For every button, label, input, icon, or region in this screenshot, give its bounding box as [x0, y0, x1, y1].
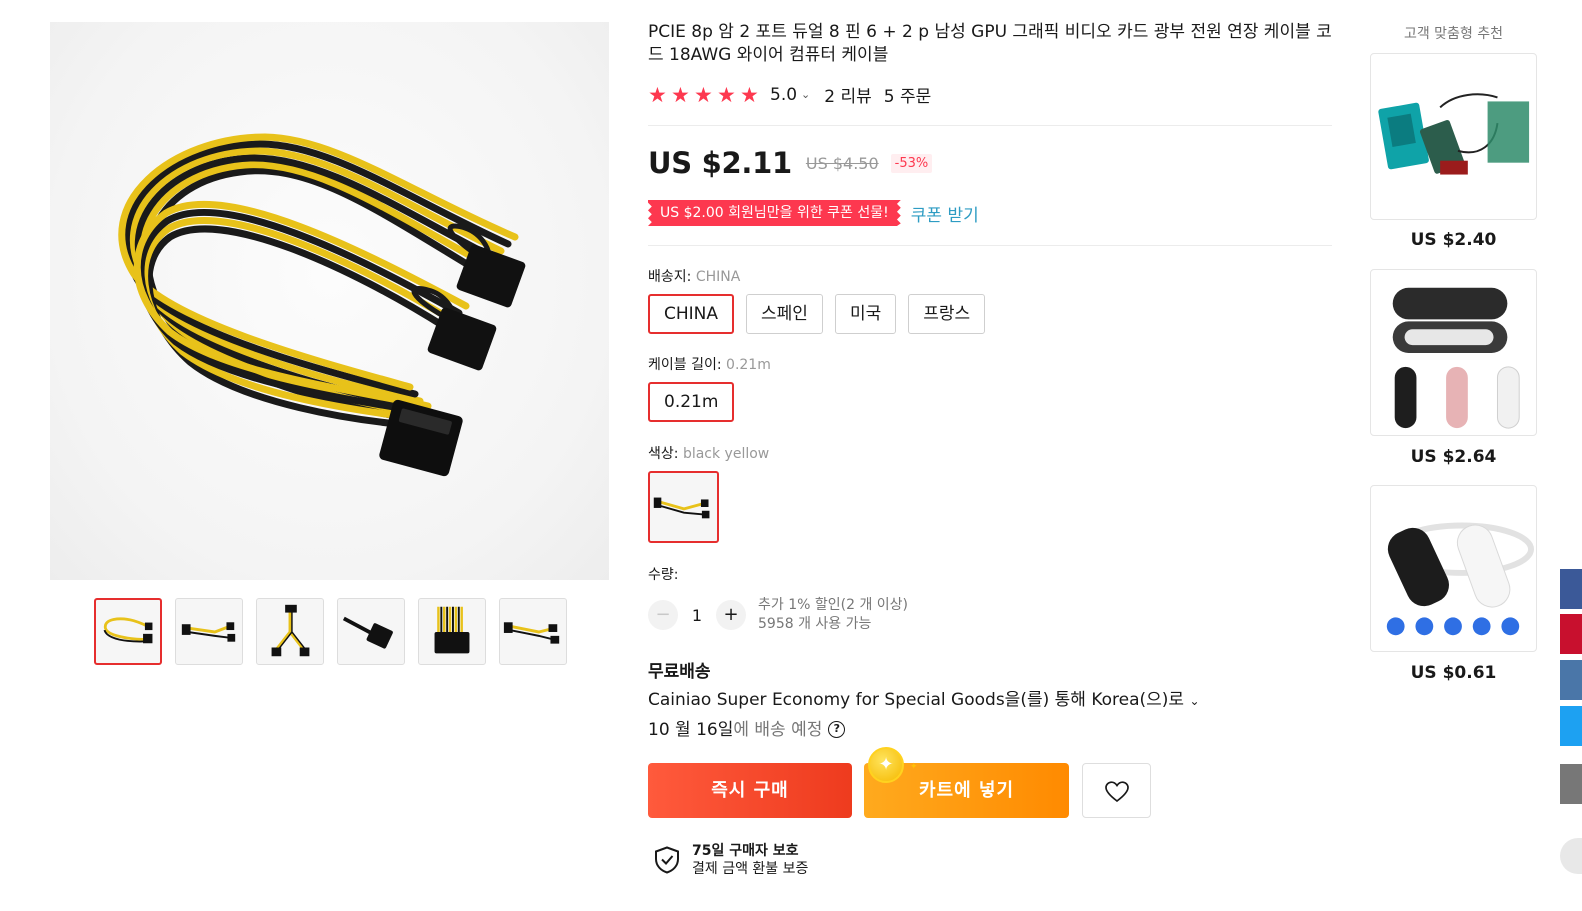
color-option-black-yellow[interactable] [648, 471, 719, 543]
ship-from-label: 배송지: CHINA [648, 266, 740, 286]
buyer-protection: 75일 구매자 보호 결제 금액 환불 보증 [654, 842, 808, 878]
recommendation-price-3: US $0.61 [1410, 663, 1497, 683]
current-price: US $2.11 [648, 146, 792, 180]
divider [648, 125, 1332, 126]
delivery-date-value: 10 월 16일 [648, 720, 734, 740]
thumbnail-2[interactable] [175, 598, 243, 665]
star-icon: ★ [648, 82, 667, 107]
color-value: black yellow [682, 446, 770, 462]
rating-value[interactable]: 5.0 [770, 85, 797, 105]
price-row: US $2.11 US $4.50 -53% [648, 146, 933, 180]
main-product-image[interactable] [50, 22, 609, 580]
ship-from-options: CHINA 스페인 미국 프랑스 [648, 294, 986, 334]
ship-from-option-usa[interactable]: 미국 [834, 294, 897, 334]
help-icon[interactable]: ? [828, 720, 846, 738]
star-icon: ★ [694, 82, 713, 107]
review-count[interactable]: 2 리뷰 [824, 82, 872, 107]
original-price: US $4.50 [805, 153, 879, 173]
coupon-row: US $2.00 회원님만을 위한 쿠폰 선물! 쿠폰 받기 [648, 200, 979, 226]
quantity-stepper: − 1 + 추가 1% 할인(2 개 이상) 5958 개 사용 가능 [648, 596, 908, 634]
get-coupon-link[interactable]: 쿠폰 받기 [911, 201, 979, 226]
twitter-share-icon[interactable] [1560, 706, 1582, 746]
quantity-label: 수량: [648, 567, 679, 583]
free-shipping-title: 무료배송 [648, 662, 711, 682]
rating-row: ★ ★ ★ ★ ★ 5.0 ⌄ 2 리뷰 5 주문 [648, 82, 932, 108]
color-options [648, 471, 719, 543]
quantity-decrease-button[interactable]: − [648, 600, 678, 630]
scroll-top-button[interactable] [1560, 838, 1582, 874]
coupon-badge: US $2.00 회원님만을 위한 쿠폰 선물! [648, 200, 901, 226]
buy-now-button[interactable]: 즉시 구매 [648, 763, 852, 818]
ship-from-option-china[interactable]: CHINA [648, 294, 735, 334]
protection-title: 75일 구매자 보호 [692, 843, 799, 859]
recommendations-title: 고객 맞춤형 추천 [1403, 26, 1504, 42]
delivery-date-suffix: 에 배송 예정 [733, 720, 823, 740]
stock-available: 5958 개 사용 가능 [758, 616, 872, 632]
ship-from-value: CHINA [695, 269, 741, 285]
thumbnail-6[interactable] [499, 598, 567, 665]
circuit-board-kit-icon [1378, 93, 1530, 175]
heart-icon [1105, 781, 1129, 803]
vk-share-icon[interactable] [1560, 660, 1582, 700]
cable-length-label: 케이블 길이: 0.21m [648, 354, 771, 374]
facebook-share-icon[interactable] [1560, 569, 1582, 609]
thumbnail-1[interactable] [94, 598, 162, 665]
ship-from-label-text: 배송지: [648, 269, 696, 285]
chevron-down-icon[interactable]: ⌄ [1189, 694, 1199, 708]
thumbnail-5[interactable] [418, 598, 486, 665]
share-more-icon[interactable] [1560, 764, 1582, 804]
cable-length-option[interactable]: 0.21m [648, 382, 735, 422]
shield-check-icon [655, 846, 679, 874]
recommendation-card-3[interactable] [1370, 485, 1537, 652]
rating-stars: ★ ★ ★ ★ ★ [648, 84, 762, 106]
quantity-value[interactable]: 1 [678, 606, 716, 625]
delivery-date: 10 월 16일 에 배송 예정 ? [648, 715, 846, 740]
divider [648, 245, 1332, 246]
sparkle-icon: ✦ [910, 762, 918, 772]
star-icon: ★ [671, 82, 690, 107]
pinterest-share-icon[interactable] [1560, 614, 1582, 654]
coin-icon: ✦ [868, 747, 904, 783]
recommendation-price-1: US $2.40 [1410, 230, 1497, 250]
shipping-method[interactable]: Cainiao Super Economy for Special Goods을… [648, 685, 1200, 710]
thumbnail-3[interactable] [256, 598, 324, 665]
earphone-case-icon [1392, 287, 1520, 429]
color-label-text: 색상: [648, 446, 683, 462]
quantity-note: 추가 1% 할인(2 개 이상) 5958 개 사용 가능 [758, 596, 908, 634]
thumbnail-4[interactable] [337, 598, 405, 665]
recommendation-card-1[interactable] [1370, 53, 1537, 220]
recommendation-card-2[interactable] [1370, 269, 1537, 436]
thumbnail-strip [94, 598, 567, 665]
chevron-down-icon[interactable]: ⌄ [801, 88, 810, 101]
cable-length-value: 0.21m [726, 357, 771, 373]
cable-length-options: 0.21m [648, 382, 735, 422]
product-title: PCIE 8p 암 2 포트 듀얼 8 핀 6 + 2 p 남성 GPU 그래픽… [648, 22, 1332, 65]
bulk-discount-note: 추가 1% 할인(2 개 이상) [758, 597, 909, 613]
quantity-increase-button[interactable]: + [716, 600, 746, 630]
star-icon: ★ [717, 82, 736, 107]
ship-from-option-spain[interactable]: 스페인 [746, 294, 823, 334]
protection-subtitle: 결제 금액 환불 보증 [692, 861, 809, 877]
discount-badge: -53% [890, 153, 933, 173]
recommendation-price-2: US $2.64 [1410, 447, 1497, 467]
wishlist-button[interactable] [1082, 763, 1151, 818]
bluetooth-headset-icon [1386, 522, 1535, 636]
shipping-method-text: Cainiao Super Economy for Special Goods을… [648, 690, 1185, 710]
cable-length-label-text: 케이블 길이: [648, 357, 727, 373]
ship-from-option-france[interactable]: 프랑스 [908, 294, 986, 334]
star-icon: ★ [740, 82, 759, 107]
color-label: 색상: black yellow [648, 443, 769, 463]
order-count: 5 주문 [883, 87, 932, 107]
